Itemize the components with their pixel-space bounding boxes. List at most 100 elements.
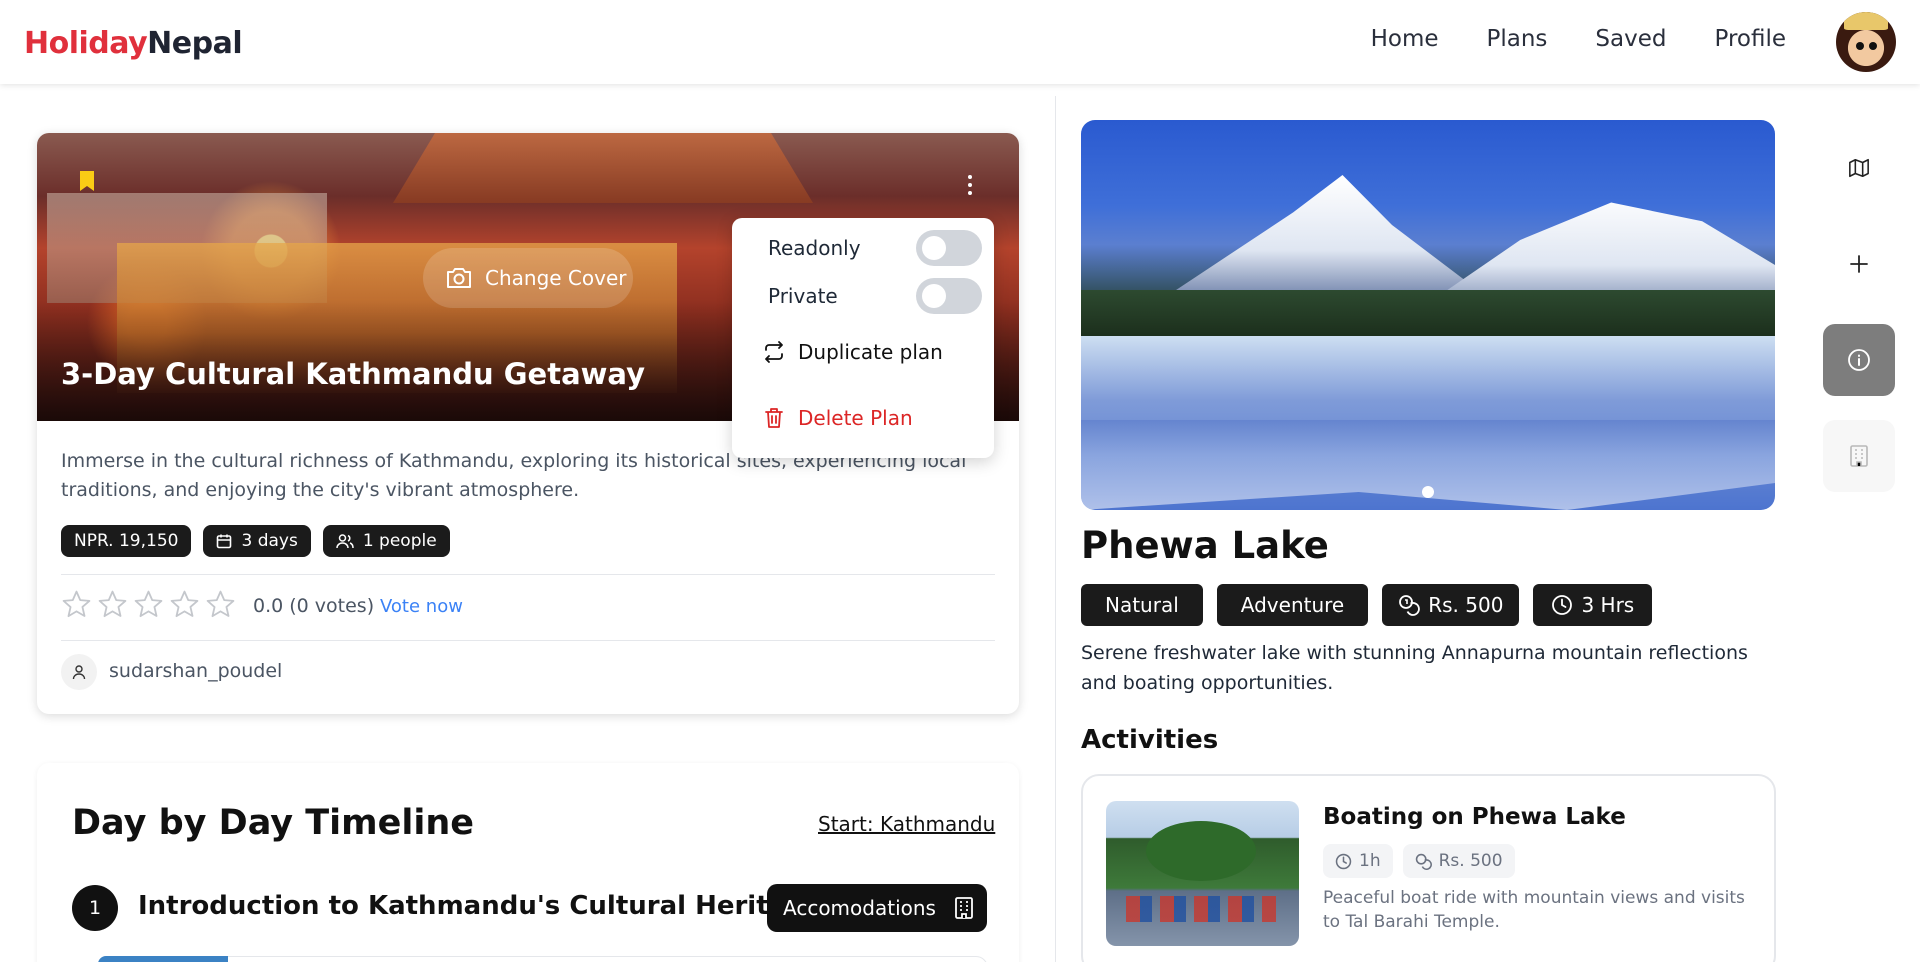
coins-icon — [1399, 595, 1421, 616]
nav-home[interactable]: Home — [1371, 26, 1439, 52]
mountain-shape — [1161, 175, 1491, 300]
brand-logo-part2: Nepal — [147, 26, 243, 61]
cover-roof — [393, 133, 813, 203]
day-title: Introduction to Kathmandu's Cultural Her… — [138, 891, 823, 921]
user-avatar[interactable] — [1836, 12, 1896, 72]
map-view-button[interactable] — [1823, 132, 1895, 204]
duration-chip: 3 days — [203, 525, 311, 557]
delete-plan-button[interactable]: Delete Plan — [762, 406, 913, 430]
place-image-carousel[interactable] — [1081, 120, 1775, 510]
duplicate-plan-label: Duplicate plan — [798, 340, 943, 364]
activities-heading: Activities — [1081, 725, 1219, 755]
star-5-icon[interactable] — [205, 589, 236, 620]
accommodations-side-button[interactable] — [1823, 420, 1895, 492]
activity-meta: 1h Rs. 500 — [1323, 844, 1515, 878]
trash-icon — [765, 408, 783, 428]
day-card — [98, 956, 988, 962]
plus-icon — [1850, 255, 1868, 273]
clock-icon — [1552, 595, 1573, 615]
nav-plans[interactable]: Plans — [1487, 26, 1548, 52]
info-icon — [1848, 349, 1870, 371]
people-chip: 1 people — [322, 525, 450, 557]
price-label: NPR. 19,150 — [74, 531, 179, 551]
plan-title: 3-Day Cultural Kathmandu Getaway — [61, 357, 646, 391]
activity-cost-pill: Rs. 500 — [1402, 844, 1515, 878]
place-tags: Natural Adventure Rs. 500 3 Hrs — [1081, 584, 1653, 626]
place-duration-label: 3 Hrs — [1581, 593, 1635, 617]
private-label: Private — [768, 284, 838, 308]
author-avatar — [61, 654, 97, 690]
activity-duration-pill: 1h — [1323, 844, 1393, 878]
brand-logo-part1: Holiday — [24, 26, 148, 61]
map-icon — [1849, 158, 1869, 178]
activity-duration-label: 1h — [1359, 851, 1381, 871]
activity-image — [1106, 801, 1299, 946]
repeat-icon — [765, 341, 783, 363]
nav-profile[interactable]: Profile — [1714, 26, 1786, 52]
toggle-knob — [922, 236, 946, 260]
star-4-icon[interactable] — [169, 589, 200, 620]
brand-logo[interactable]: HolidayNepal — [24, 26, 243, 61]
avatar-eye-left — [1856, 42, 1864, 50]
tag-adventure: Adventure — [1216, 584, 1369, 626]
private-toggle[interactable] — [916, 278, 982, 314]
camera-icon — [447, 268, 471, 288]
add-button[interactable] — [1823, 228, 1895, 300]
change-cover-button[interactable]: Change Cover — [423, 248, 633, 308]
place-description: Serene freshwater lake with stunning Ann… — [1081, 642, 1748, 694]
plan-options-menu-icon[interactable] — [963, 173, 977, 199]
activity-description: Peaceful boat ride with mountain views a… — [1323, 888, 1745, 932]
place-cost-tag: Rs. 500 — [1382, 584, 1520, 626]
star-1-icon[interactable] — [61, 589, 92, 620]
building-icon — [955, 897, 973, 919]
duration-label: 3 days — [241, 531, 298, 551]
activity-boats — [1126, 896, 1276, 922]
activity-cost-label: Rs. 500 — [1438, 851, 1503, 871]
nav-saved[interactable]: Saved — [1595, 26, 1666, 52]
bookmark-icon[interactable] — [79, 171, 95, 191]
readonly-toggle[interactable] — [916, 230, 982, 266]
timeline-card: Day by Day Timeline Start: Kathmandu 1 I… — [37, 763, 1019, 962]
plan-options-dropdown: Readonly Private Duplicate plan Delete P… — [732, 218, 994, 458]
accommodations-label: Accomodations — [783, 896, 936, 920]
price-chip: NPR. 19,150 — [61, 525, 192, 557]
tag-label: Adventure — [1240, 593, 1345, 617]
rating-summary: 0.0 (0 votes) — [253, 595, 375, 617]
rating-stars[interactable] — [61, 589, 236, 620]
top-nav-bar: HolidayNepal Home Plans Saved Profile — [0, 0, 1920, 84]
star-2-icon[interactable] — [97, 589, 128, 620]
vote-now-link[interactable]: Vote now — [380, 596, 463, 617]
day-image — [98, 956, 228, 962]
toggle-knob — [922, 284, 946, 308]
author-username[interactable]: sudarshan_poudel — [109, 660, 282, 682]
timeline-title: Day by Day Timeline — [72, 803, 474, 843]
coins-icon — [1415, 853, 1432, 870]
users-icon — [336, 534, 354, 549]
avatar-hat — [1844, 12, 1888, 30]
building-icon — [1850, 445, 1868, 467]
carousel-dot[interactable] — [1422, 486, 1434, 498]
people-label: 1 people — [362, 531, 437, 551]
treeline — [1081, 290, 1775, 336]
duplicate-plan-button[interactable]: Duplicate plan — [762, 340, 943, 364]
user-icon — [72, 665, 86, 680]
place-cost-label: Rs. 500 — [1428, 593, 1504, 617]
accommodations-button[interactable]: Accomodations — [767, 884, 987, 932]
tag-natural: Natural — [1081, 584, 1203, 626]
info-button[interactable] — [1823, 324, 1895, 396]
plan-meta-chips: NPR. 19,150 3 days 1 people — [61, 525, 450, 557]
activity-island — [1146, 821, 1256, 881]
change-cover-label: Change Cover — [485, 266, 627, 290]
divider — [61, 640, 995, 641]
day-number-badge: 1 — [72, 885, 118, 931]
avatar-eye-right — [1869, 42, 1877, 50]
divider — [61, 574, 995, 575]
start-location-link[interactable]: Start: Kathmandu — [818, 812, 995, 836]
place-title: Phewa Lake — [1081, 524, 1329, 567]
main-nav: Home Plans Saved Profile — [1371, 26, 1786, 52]
star-3-icon[interactable] — [133, 589, 164, 620]
activity-card[interactable]: Boating on Phewa Lake 1h Rs. 500 Peacefu… — [1081, 774, 1776, 962]
delete-plan-label: Delete Plan — [798, 406, 913, 430]
activity-title: Boating on Phewa Lake — [1323, 804, 1626, 830]
place-duration-tag: 3 Hrs — [1533, 584, 1653, 626]
